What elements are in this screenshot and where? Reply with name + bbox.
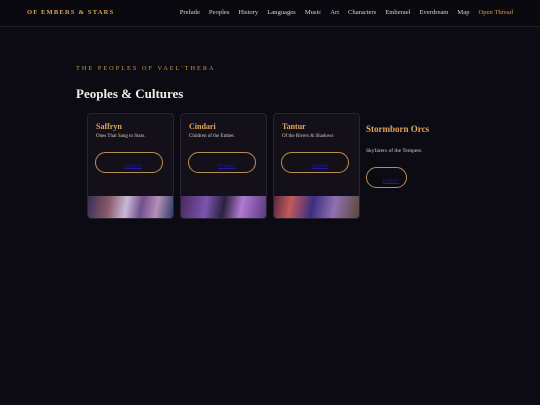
card-artwork	[88, 196, 173, 218]
nav-links: Prelude Peoples History Languages Music …	[180, 9, 513, 16]
card-title: Saffryn	[96, 122, 122, 131]
card-title: Tantur	[282, 122, 306, 131]
site-logo[interactable]: OF EMBERS & STARS	[27, 9, 114, 16]
people-card-saffryn[interactable]: Saffryn Ones That Sang to Stars. Explore	[87, 113, 174, 219]
nav-link-characters[interactable]: Characters	[348, 9, 376, 16]
featured-explore-button[interactable]: Explore	[366, 167, 407, 188]
nav-link-prelude[interactable]: Prelude	[180, 9, 200, 16]
nav-link-emberael[interactable]: Emberael	[385, 9, 410, 16]
featured-people-subtitle: Skyfarers of the Tempest.	[366, 148, 423, 154]
page-title: Peoples & Cultures	[76, 86, 184, 101]
featured-people-title: Stormborn Orcs	[366, 124, 430, 134]
card-subtitle: Ones That Sang to Stars.	[96, 134, 146, 139]
nav-link-languages[interactable]: Languages	[267, 9, 296, 16]
explore-button[interactable]: Explore	[281, 152, 349, 173]
card-subtitle: Children of the Ember.	[189, 134, 235, 139]
nav-link-art[interactable]: Art	[330, 9, 339, 16]
explore-button[interactable]: Explore	[188, 152, 256, 173]
nav-link-history[interactable]: History	[238, 9, 258, 16]
card-artwork	[274, 196, 359, 218]
card-subtitle: Of the Rivers & Shadows	[282, 134, 334, 139]
card-title: Cindari	[189, 122, 216, 131]
section-eyebrow: THE PEOPLES OF VAEL'THERA	[76, 65, 216, 72]
card-artwork	[181, 196, 266, 218]
people-card-tantur[interactable]: Tantur Of the Rivers & Shadows Explore	[273, 113, 360, 219]
top-nav: OF EMBERS & STARS Prelude Peoples Histor…	[0, 0, 540, 27]
nav-link-music[interactable]: Music	[305, 9, 321, 16]
nav-link-map[interactable]: Map	[457, 9, 469, 16]
nav-link-peoples[interactable]: Peoples	[209, 9, 230, 16]
people-card-cindari[interactable]: Cindari Children of the Ember. Explore	[180, 113, 267, 219]
open-thread-link[interactable]: Open Thread	[479, 9, 513, 16]
nav-link-everdream[interactable]: Everdream	[420, 9, 449, 16]
explore-button[interactable]: Explore	[95, 152, 163, 173]
